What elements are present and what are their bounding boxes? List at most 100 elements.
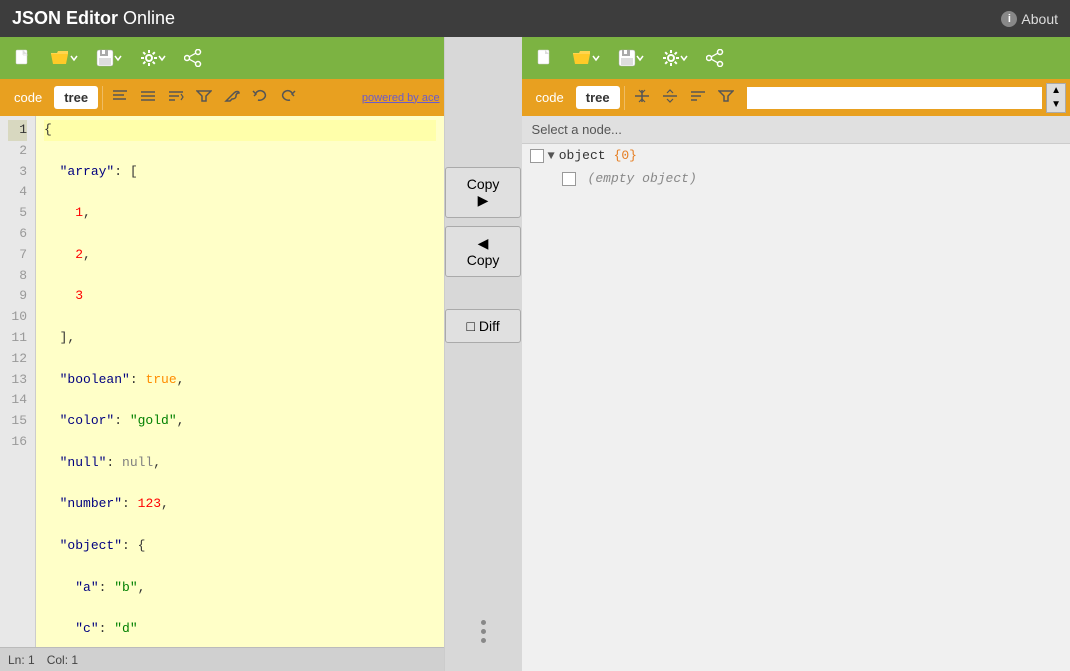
right-settings-chevron-icon bbox=[680, 54, 688, 62]
ln-status: Ln: 1 bbox=[8, 653, 35, 667]
separator-1 bbox=[102, 86, 103, 110]
left-settings-button[interactable] bbox=[134, 45, 172, 71]
powered-by-ace[interactable]: powered by ace bbox=[362, 92, 440, 104]
empty-checkbox[interactable] bbox=[562, 172, 576, 186]
code-text[interactable]: { "array": [ 1, 2, 3 ], "boolean": true,… bbox=[36, 116, 444, 647]
repair-button[interactable] bbox=[219, 86, 245, 109]
right-panel: code tree bbox=[522, 37, 1070, 671]
right-open-folder-icon bbox=[572, 49, 592, 67]
object-label: object bbox=[559, 148, 606, 163]
filter-icon bbox=[196, 89, 212, 103]
right-save-icon bbox=[618, 49, 636, 67]
top-bar: JSON Editor Online i About bbox=[0, 0, 1070, 37]
left-code-tab[interactable]: code bbox=[4, 86, 52, 109]
right-open-chevron-icon bbox=[592, 54, 600, 62]
main-layout: code tree bbox=[0, 37, 1070, 671]
left-tree-tab[interactable]: tree bbox=[54, 86, 98, 109]
right-settings-button[interactable] bbox=[656, 45, 694, 71]
settings-chevron-icon bbox=[158, 54, 166, 62]
col-status: Col: 1 bbox=[47, 653, 78, 667]
middle-buttons-panel: Copy ▶ ◀ Copy □ Diff bbox=[445, 37, 522, 671]
right-new-button[interactable] bbox=[530, 45, 560, 71]
expand-all-icon bbox=[634, 89, 650, 103]
empty-object-label: (empty object) bbox=[588, 171, 697, 186]
right-tree-tab[interactable]: tree bbox=[576, 86, 620, 109]
format-all-icon bbox=[112, 89, 128, 103]
app-title-light: Online bbox=[118, 8, 175, 28]
object-checkbox[interactable] bbox=[530, 149, 544, 163]
left-toolbar bbox=[0, 37, 444, 79]
sort-button[interactable] bbox=[163, 86, 189, 109]
left-subtoolbar: code tree bbox=[0, 79, 444, 116]
right-subtoolbar: code tree bbox=[522, 79, 1070, 116]
filter-button[interactable] bbox=[191, 86, 217, 109]
right-open-button[interactable] bbox=[566, 45, 606, 71]
undo-button[interactable] bbox=[247, 86, 273, 109]
share-icon bbox=[184, 49, 202, 67]
object-type-label: {0} bbox=[614, 148, 637, 163]
app-title-bold: JSON Editor bbox=[12, 8, 118, 28]
left-save-button[interactable] bbox=[90, 45, 128, 71]
right-sort-icon bbox=[690, 89, 706, 103]
left-share-button[interactable] bbox=[178, 45, 208, 71]
new-file-icon bbox=[14, 49, 32, 67]
collapse-all-icon bbox=[662, 89, 678, 103]
gear-icon bbox=[140, 49, 158, 67]
code-editor[interactable]: 1 23456 7891011 1213141516 { "array": [ … bbox=[0, 116, 444, 647]
dots-separator bbox=[481, 612, 486, 651]
right-share-icon bbox=[706, 49, 724, 67]
code-lines-container: 1 23456 7891011 1213141516 { "array": [ … bbox=[0, 116, 444, 647]
redo-icon bbox=[280, 89, 296, 103]
right-sort-button[interactable] bbox=[685, 86, 711, 109]
collapse-all-button[interactable] bbox=[657, 86, 683, 109]
tree-object-node: ▼ object {0} bbox=[522, 144, 1070, 167]
open-folder-icon bbox=[50, 49, 70, 67]
wrench-icon bbox=[224, 89, 240, 103]
save-icon bbox=[96, 49, 114, 67]
right-filter-icon bbox=[718, 89, 734, 103]
right-gear-icon bbox=[662, 49, 680, 67]
select-node-label: Select a node... bbox=[532, 122, 622, 137]
search-input[interactable] bbox=[745, 85, 1044, 111]
diff-button[interactable]: □ Diff bbox=[445, 309, 521, 343]
about-label: About bbox=[1021, 11, 1058, 27]
dot-3 bbox=[481, 638, 486, 643]
select-node-bar: Select a node... bbox=[522, 116, 1070, 144]
chevron-down-icon bbox=[70, 54, 78, 62]
format-compact-icon bbox=[140, 89, 156, 103]
right-toolbar bbox=[522, 37, 1070, 79]
dot-2 bbox=[481, 629, 486, 634]
search-prev-button[interactable]: ▲ bbox=[1047, 84, 1065, 98]
dot-1 bbox=[481, 620, 486, 625]
info-icon: i bbox=[1001, 11, 1017, 27]
right-save-button[interactable] bbox=[612, 45, 650, 71]
line-numbers: 1 23456 7891011 1213141516 bbox=[0, 116, 36, 647]
sort-icon bbox=[168, 89, 184, 103]
right-new-file-icon bbox=[536, 49, 554, 67]
right-separator bbox=[624, 86, 625, 110]
save-chevron-icon bbox=[114, 54, 122, 62]
bottom-spacer bbox=[481, 351, 486, 671]
search-next-button[interactable]: ▼ bbox=[1047, 98, 1065, 112]
copy-left-button[interactable]: ◀ Copy bbox=[445, 226, 521, 277]
right-code-tab[interactable]: code bbox=[526, 86, 574, 109]
left-new-button[interactable] bbox=[8, 45, 38, 71]
right-filter-button[interactable] bbox=[713, 86, 739, 109]
format-all-button[interactable] bbox=[107, 86, 133, 109]
tree-expand-arrow[interactable]: ▼ bbox=[548, 149, 555, 163]
status-bar: Ln: 1 Col: 1 bbox=[0, 647, 444, 671]
expand-all-button[interactable] bbox=[629, 86, 655, 109]
redo-button[interactable] bbox=[275, 86, 301, 109]
copy-right-button[interactable]: Copy ▶ bbox=[445, 167, 521, 218]
undo-icon bbox=[252, 89, 268, 103]
tree-area: Select a node... ▼ object {0} (empty obj… bbox=[522, 116, 1070, 671]
search-arrows: ▲ ▼ bbox=[1046, 83, 1066, 113]
right-share-button[interactable] bbox=[700, 45, 730, 71]
right-save-chevron-icon bbox=[636, 54, 644, 62]
tree-empty-node: (empty object) bbox=[522, 167, 1070, 190]
format-compact-button[interactable] bbox=[135, 86, 161, 109]
left-open-button[interactable] bbox=[44, 45, 84, 71]
left-panel: code tree bbox=[0, 37, 445, 671]
about-button[interactable]: i About bbox=[1001, 11, 1058, 27]
app-title: JSON Editor Online bbox=[12, 8, 175, 29]
